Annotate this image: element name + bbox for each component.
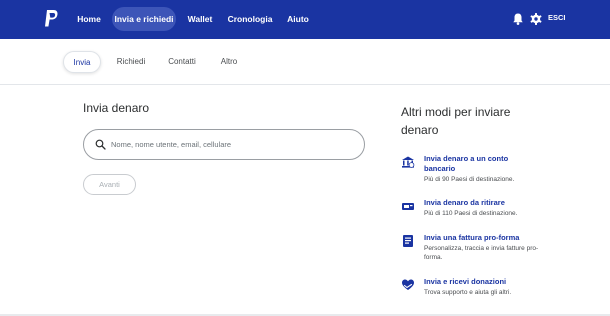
nav-home[interactable]: Home	[71, 7, 107, 31]
invoice-icon	[403, 235, 413, 247]
heart-hand-icon	[402, 279, 414, 290]
tab-contacts[interactable]: Contatti	[162, 51, 202, 73]
option-title: Invia e ricevi donazioni	[424, 277, 507, 286]
recipient-search-input[interactable]: Nome, nome utente, email, cellulare	[83, 129, 365, 160]
nav-send-request[interactable]: Invia e richiedi	[112, 7, 176, 31]
search-placeholder: Nome, nome utente, email, cellulare	[111, 140, 232, 149]
other-ways-title: Altri modi per inviare denaro	[401, 105, 511, 137]
nav-wallet[interactable]: Wallet	[182, 7, 218, 31]
option-description: Trova supporto e aiuta gli altri.	[424, 289, 512, 296]
search-icon	[95, 139, 106, 150]
top-navigation: Home Invia e richiedi Wallet Cronologia …	[0, 0, 610, 39]
option-title: Invia denaro a un conto bancario	[424, 154, 509, 173]
logout-link[interactable]: ESCI	[548, 13, 566, 22]
next-button[interactable]: Avanti	[83, 174, 136, 195]
option-title: Invia una fattura pro-forma	[424, 233, 520, 242]
paypal-logo-icon[interactable]	[44, 9, 59, 29]
cash-pickup-icon	[402, 203, 414, 210]
tab-request[interactable]: Richiedi	[112, 51, 150, 73]
option-description: Più di 110 Paesi di destinazione.	[424, 210, 518, 217]
tab-more[interactable]: Altro	[214, 51, 244, 73]
nav-history[interactable]: Cronologia	[224, 7, 276, 31]
send-money-title: Invia denaro	[83, 101, 150, 115]
nav-help[interactable]: Aiuto	[282, 7, 314, 31]
sub-navigation: Invia Richiedi Contatti Altro	[0, 39, 610, 85]
bank-icon	[402, 156, 415, 168]
option-title: Invia denaro da ritirare	[424, 198, 505, 207]
option-description: Più di 90 Paesi di destinazione.	[424, 176, 515, 183]
bell-icon[interactable]	[510, 11, 526, 27]
tab-send[interactable]: Invia	[63, 51, 101, 73]
gear-icon[interactable]	[528, 11, 544, 27]
option-description: Personalizza, traccia e invia fatture pr…	[424, 245, 539, 261]
